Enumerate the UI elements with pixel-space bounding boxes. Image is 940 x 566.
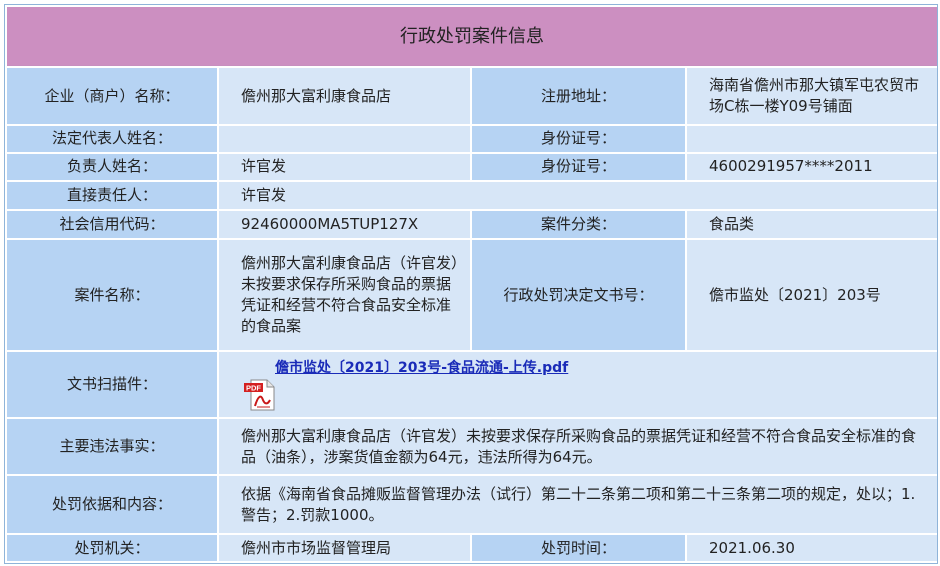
- basis-value: 依据《海南省食品摊贩监督管理办法（试行）第二十二条第二项和第二十三条第二项的规定…: [219, 476, 937, 534]
- legal-rep-label: 法定代表人姓名：: [7, 126, 217, 152]
- facts-label: 主要违法事实：: [7, 419, 217, 475]
- case-category-value: 食品类: [687, 210, 937, 239]
- pdf-download-link[interactable]: 儋市监处〔2021〕203号-食品流通-上传.pdf: [275, 358, 568, 379]
- enterprise-name-value: 儋州那大富利康食品店: [219, 68, 470, 125]
- manager-label: 负责人姓名：: [7, 153, 217, 181]
- facts-value: 儋州那大富利康食品店（许官发）未按要求保存所采购食品的票据凭证和经营不符合食品安…: [219, 419, 937, 475]
- legal-id-label: 身份证号：: [472, 126, 685, 152]
- legal-id-value: [687, 126, 937, 152]
- credit-code-label: 社会信用代码：: [7, 210, 217, 239]
- case-info-table: 行政处罚案件信息 企业（商户）名称： 儋州那大富利康食品店 注册地址： 海南省儋…: [5, 5, 939, 563]
- enterprise-name-label: 企业（商户）名称：: [7, 68, 217, 125]
- case-category-label: 案件分类：: [472, 210, 685, 239]
- scan-label: 文书扫描件：: [7, 352, 217, 418]
- page-title: 行政处罚案件信息: [7, 7, 937, 67]
- pdf-file-icon[interactable]: PDF: [243, 378, 277, 412]
- scan-cell: 儋市监处〔2021〕203号-食品流通-上传.pdf PDF: [219, 352, 937, 418]
- address-value: 海南省儋州市那大镇军屯农贸市场C栋一楼Y09号铺面: [687, 68, 937, 125]
- legal-rep-value: [219, 126, 470, 152]
- authority-label: 处罚机关：: [7, 535, 217, 561]
- svg-text:PDF: PDF: [246, 383, 261, 392]
- basis-label: 处罚依据和内容：: [7, 476, 217, 534]
- manager-id-value: 4600291957****2011: [687, 153, 937, 181]
- case-info-panel: 行政处罚案件信息 企业（商户）名称： 儋州那大富利康食品店 注册地址： 海南省儋…: [4, 4, 938, 564]
- case-name-label: 案件名称：: [7, 240, 217, 351]
- date-label: 处罚时间：: [472, 535, 685, 561]
- responsible-value: 许官发: [219, 182, 937, 209]
- credit-code-value: 92460000MA5TUP127X: [219, 210, 470, 239]
- case-name-value: 儋州那大富利康食品店（许官发）未按要求保存所采购食品的票据凭证和经营不符合食品安…: [219, 240, 470, 351]
- pdf-attachment: 儋市监处〔2021〕203号-食品流通-上传.pdf PDF: [219, 356, 937, 414]
- decision-no-value: 儋市监处〔2021〕203号: [687, 240, 937, 351]
- responsible-label: 直接责任人：: [7, 182, 217, 209]
- manager-id-label: 身份证号：: [472, 153, 685, 181]
- address-label: 注册地址：: [472, 68, 685, 125]
- date-value: 2021.06.30: [687, 535, 937, 561]
- authority-value: 儋州市市场监督管理局: [219, 535, 470, 561]
- manager-value: 许官发: [219, 153, 470, 181]
- decision-no-label: 行政处罚决定文书号：: [472, 240, 685, 351]
